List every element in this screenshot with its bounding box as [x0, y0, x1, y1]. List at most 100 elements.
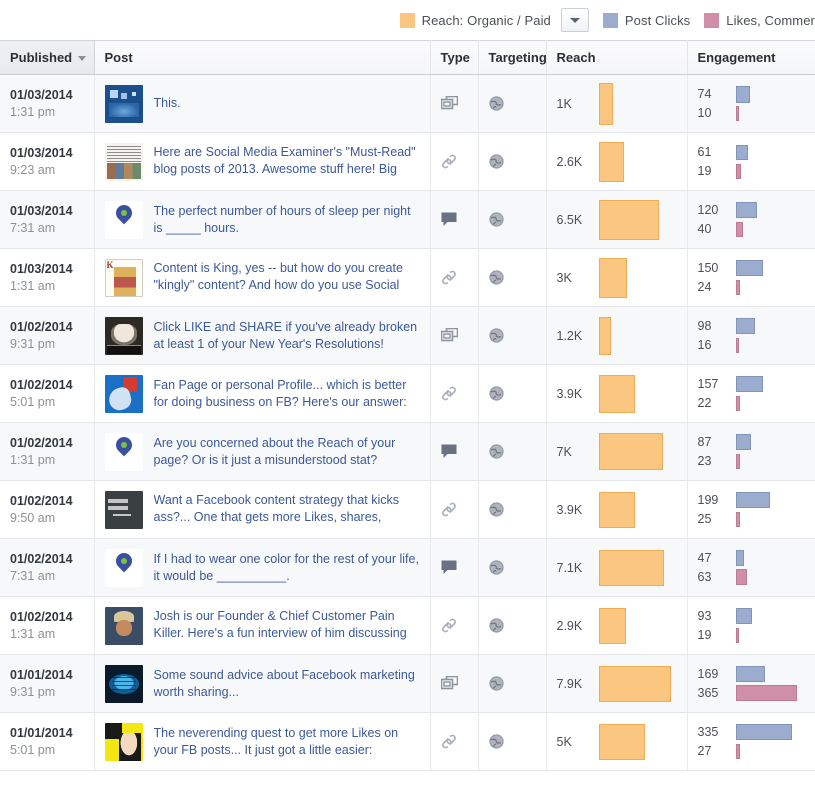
reach-metric-dropdown[interactable]	[560, 8, 589, 32]
column-header-post[interactable]: Post	[94, 40, 431, 75]
cell-reach: 6.5K	[546, 190, 688, 249]
status-icon	[441, 444, 456, 458]
table-row[interactable]: 01/02/2014 7:31 am If I had to wear one co…	[0, 538, 815, 597]
post-time: 1:31 pm	[10, 104, 56, 119]
post-date: 01/01/2014	[10, 725, 73, 740]
post-time: 9:31 pm	[10, 684, 56, 699]
post-thumbnail	[104, 606, 143, 645]
table-row[interactable]: 01/03/2014 9:23 am Here are Social Media E…	[0, 132, 815, 191]
legend-item-post-clicks[interactable]: Post Clicks	[602, 12, 690, 28]
column-header-type[interactable]: Type	[430, 40, 479, 75]
table-row[interactable]: 01/02/2014 1:31 am Josh is our Founder & C…	[0, 596, 815, 655]
post-message-link[interactable]: The neverending quest to get more Likes …	[154, 725, 420, 759]
post-time: 1:31 pm	[10, 452, 56, 467]
post-message-link[interactable]: Are you concerned about the Reach of you…	[154, 435, 420, 469]
table-row[interactable]: 01/03/2014 1:31 pm This. 1K 74 10	[0, 74, 815, 133]
likes-comments-value: 23	[697, 453, 712, 468]
column-header-reach[interactable]: Reach	[546, 40, 688, 75]
post-time: 9:50 am	[10, 510, 56, 525]
cell-post: Want a Facebook content strategy that ki…	[94, 480, 431, 539]
post-thumbnail	[104, 664, 143, 703]
post-message-link[interactable]: Click LIKE and SHARE if you've already b…	[154, 319, 420, 353]
cell-published: 01/02/2014 5:01 pm	[0, 364, 95, 423]
column-header-engagement[interactable]: Engagement	[687, 40, 815, 75]
cell-engagement: 61 19	[687, 132, 815, 191]
post-clicks-value: 87	[697, 434, 712, 449]
post-message-link[interactable]: Fan Page or personal Profile... which is…	[154, 377, 420, 411]
status-icon	[441, 560, 456, 574]
photo-icon	[440, 328, 458, 342]
column-header-targeting[interactable]: Targeting	[478, 40, 547, 75]
cell-published: 01/02/2014 1:31 am	[0, 596, 95, 655]
reach-value: 7.9K	[556, 676, 583, 691]
table-row[interactable]: 01/02/2014 9:31 pm Click LIKE and SHARE if…	[0, 306, 815, 365]
cell-post: This.	[94, 74, 431, 133]
column-header-published-label: Published	[10, 50, 73, 65]
reach-value: 2.6K	[556, 154, 583, 169]
post-message-link[interactable]: Some sound advice about Facebook marketi…	[154, 667, 420, 701]
cell-type	[430, 422, 479, 481]
cell-engagement: 47 63	[687, 538, 815, 597]
reach-value: 1.2K	[556, 328, 583, 343]
cell-type	[430, 132, 479, 191]
globe-icon	[488, 212, 504, 227]
post-message-link[interactable]: If I had to wear one color for the rest …	[154, 551, 420, 585]
table-row[interactable]: 01/03/2014 7:31 am The perfect number of h…	[0, 190, 815, 249]
caret-down-icon	[78, 56, 87, 61]
legend-item-likes-comments[interactable]: Likes, Commer	[704, 12, 815, 28]
legend-label-reach: Reach: Organic / Paid	[421, 12, 551, 28]
cell-type	[430, 654, 479, 713]
table-row[interactable]: 01/01/2014 5:01 pm The neverending quest t…	[0, 712, 815, 771]
legend-item-reach[interactable]: Reach: Organic / Paid	[399, 8, 589, 32]
photo-icon	[440, 96, 458, 110]
table-row[interactable]: 01/01/2014 9:31 pm Some sound advice about…	[0, 654, 815, 713]
chevron-down-icon	[569, 17, 580, 23]
table-row[interactable]: 01/02/2014 9:50 am Want a Facebook content…	[0, 480, 815, 539]
cell-reach: 5K	[546, 712, 688, 771]
table-row[interactable]: 01/02/2014 1:31 pm Are you concerned about…	[0, 422, 815, 481]
table-row[interactable]: 01/03/2014 1:31 am Content is King, yes --…	[0, 248, 815, 307]
cell-published: 01/03/2014 1:31 am	[0, 248, 95, 307]
cell-reach: 3.9K	[546, 364, 688, 423]
likes-comments-bar	[735, 627, 739, 643]
cell-type	[430, 248, 479, 307]
post-clicks-bar	[735, 550, 744, 566]
cell-engagement: 157 22	[687, 364, 815, 423]
likes-comments-bar	[735, 163, 741, 179]
likes-comments-value: 25	[697, 511, 712, 526]
likes-comments-value: 63	[697, 569, 712, 584]
legend-swatch-post-clicks	[602, 12, 618, 28]
likes-comments-value: 40	[697, 221, 712, 236]
post-clicks-value: 98	[697, 318, 712, 333]
cell-targeting	[478, 306, 547, 365]
cell-targeting	[478, 364, 547, 423]
post-time: 7:31 am	[10, 220, 56, 235]
post-message-link[interactable]: Want a Facebook content strategy that ki…	[154, 492, 420, 528]
post-clicks-value: 61	[697, 144, 712, 159]
link-icon	[441, 618, 456, 633]
post-message-link[interactable]: The perfect number of hours of sleep per…	[154, 203, 420, 237]
cell-reach: 1.2K	[546, 306, 688, 365]
post-time: 9:23 am	[10, 162, 56, 177]
cell-reach: 1K	[546, 74, 688, 133]
reach-value: 2.9K	[556, 618, 583, 633]
cell-type	[430, 190, 479, 249]
table-row[interactable]: 01/02/2014 5:01 pm Fan Page or personal Pr…	[0, 364, 815, 423]
link-icon	[441, 734, 456, 749]
chart-legend: Reach: Organic / Paid Post Clicks Likes,…	[0, 0, 815, 40]
reach-bar	[598, 316, 611, 355]
post-date: 01/03/2014	[10, 261, 73, 276]
post-message-link[interactable]: Josh is our Founder & Chief Customer Pai…	[154, 608, 420, 644]
likes-comments-value: 24	[697, 279, 712, 294]
column-header-published[interactable]: Published	[0, 40, 95, 75]
globe-icon	[488, 154, 504, 169]
post-message-link[interactable]: This.	[154, 95, 181, 112]
cell-targeting	[478, 190, 547, 249]
cell-reach: 7.1K	[546, 538, 688, 597]
cell-engagement: 150 24	[687, 248, 815, 307]
post-date: 01/02/2014	[10, 435, 73, 450]
post-message-link[interactable]: Here are Social Media Examiner's "Must-R…	[154, 144, 420, 180]
post-message-link[interactable]: Content is King, yes -- but how do you c…	[154, 260, 420, 296]
likes-comments-value: 19	[697, 627, 712, 642]
likes-comments-bar	[735, 105, 739, 121]
